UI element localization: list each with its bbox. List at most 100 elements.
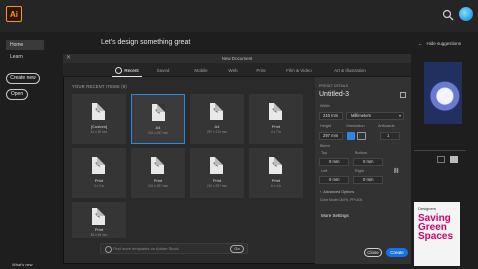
recent-item-tile[interactable]: ✎ Print 3 x 3 in	[72, 148, 126, 198]
document-icon: ✎	[151, 157, 164, 174]
tile-name: Print	[212, 178, 222, 183]
create-button[interactable]: Create	[386, 248, 408, 257]
thumbnail-headline: Saving Green Spaces	[418, 213, 454, 242]
bleed-left-field[interactable]: 0 mm	[319, 176, 349, 184]
bleed-top-field[interactable]: 0 mm	[319, 158, 349, 166]
bleed-right-label: Right	[355, 169, 364, 173]
chevron-right-icon: ›	[320, 190, 322, 194]
tile-size: 81 x 30 mm	[90, 130, 108, 134]
document-icon: ✎	[269, 103, 282, 120]
orientation-label: Orientation	[346, 124, 365, 128]
divider	[414, 150, 466, 151]
document-icon: ✎	[210, 103, 223, 120]
grid-view-icon[interactable]	[450, 156, 458, 163]
document-icon: ✎	[92, 157, 105, 174]
bleed-left-label: Left	[321, 169, 328, 173]
portrait-orientation-button[interactable]	[347, 132, 355, 140]
bleed-top-label: Top	[321, 151, 328, 155]
tab-web[interactable]: Web	[222, 64, 244, 77]
tile-size: 3 x 3 in	[93, 184, 105, 188]
tile-name: Print	[94, 178, 104, 183]
left-nav	[0, 32, 46, 269]
more-settings-button[interactable]: More Settings	[321, 213, 349, 218]
tile-size: 85 x 55 mm	[90, 233, 108, 237]
document-icon: ✎	[92, 103, 105, 120]
tile-name: A4	[214, 124, 220, 129]
document-icon: ✎	[152, 104, 165, 121]
link-icon[interactable]: ⛓	[393, 168, 399, 174]
artboards-field[interactable]: 1	[380, 132, 400, 140]
search-icon	[105, 246, 112, 253]
tile-name: Print	[271, 178, 281, 183]
units-select[interactable]: Millimeters	[346, 112, 404, 120]
recent-item-tile-selected[interactable]: ✎ A4 210 x 297 mm	[131, 94, 185, 144]
document-icon: ✎	[269, 157, 282, 174]
template-search-placeholder: Find more templates on Adobe Stock	[113, 246, 179, 251]
close-button[interactable]: Close	[364, 248, 382, 257]
tile-name: [Custom]	[90, 124, 107, 129]
illustrator-logo: Ai	[6, 6, 22, 22]
landscape-orientation-button[interactable]	[357, 132, 366, 140]
go-button[interactable]: Go	[230, 245, 244, 253]
color-mode-text: Color Mode:CMYK, PPI:300	[320, 198, 363, 202]
width-field[interactable]: 210 mm	[319, 112, 343, 120]
save-preset-icon[interactable]	[400, 92, 406, 98]
tile-size: 297 x 210 mm	[206, 130, 228, 134]
bleed-right-field[interactable]: 0 mm	[353, 176, 383, 184]
tile-name: A4	[155, 125, 161, 130]
recent-item-tile[interactable]: ✎ Print 85 x 55 mm	[72, 202, 126, 238]
recent-item-tile[interactable]: ✎ Print 6 x 4 in	[249, 148, 303, 198]
tab-saved[interactable]: Saved	[150, 64, 176, 77]
recent-item-tile[interactable]: ✎ Print 210 x 297 mm	[131, 148, 185, 198]
tile-name: Print	[153, 178, 163, 183]
dialog-title: New Document	[63, 54, 411, 63]
suggestion-thumbnail[interactable]	[424, 62, 462, 124]
search-icon[interactable]	[442, 9, 454, 21]
tile-size: 210 x 297 mm	[206, 184, 228, 188]
tab-print[interactable]: Print	[250, 64, 272, 77]
list-view-icon[interactable]	[437, 156, 445, 163]
avatar[interactable]	[459, 7, 473, 21]
width-label: Width	[320, 104, 330, 108]
tile-size: 210 x 297 mm	[147, 184, 169, 188]
artboards-label: Artboards	[378, 124, 395, 128]
close-icon[interactable]: ✕	[66, 55, 71, 62]
recent-item-tile[interactable]: ✎ Print 210 x 297 mm	[190, 148, 244, 198]
recent-items-heading: YOUR RECENT ITEMS (8)	[72, 84, 127, 89]
open-button[interactable]: Open	[6, 89, 28, 100]
recent-item-tile[interactable]: ✎ Print 4 x 7 in	[249, 94, 303, 144]
preset-section-label: PRESET DETAILS	[319, 84, 349, 88]
advanced-options-toggle[interactable]: › Advanced Options	[320, 190, 354, 194]
create-new-button[interactable]: Create new	[6, 73, 40, 84]
tile-size: 210 x 297 mm	[147, 131, 169, 135]
advanced-options-label: Advanced Options	[323, 190, 355, 194]
tab-art-illustration[interactable]: Art & Illustration	[326, 64, 374, 77]
recent-item-tile[interactable]: ✎ A4 297 x 210 mm	[190, 94, 244, 144]
template-search-input[interactable]: Find more templates on Adobe Stock	[100, 243, 248, 254]
document-name-field[interactable]: Untitled-3	[319, 91, 349, 98]
clock-icon	[115, 67, 123, 75]
tab-label: Recent	[124, 68, 139, 73]
bottom-strip	[63, 264, 411, 269]
bleed-bottom-label: Bottom	[355, 151, 368, 155]
hide-suggestions-link[interactable]: Hide suggestions	[418, 41, 462, 46]
bleed-bottom-field[interactable]: 0 mm	[353, 158, 383, 166]
units-value: Millimeters	[351, 113, 372, 118]
height-label: Height	[320, 124, 331, 128]
tile-name: Print	[94, 227, 104, 232]
bleed-label: Bleed	[320, 144, 330, 148]
recent-item-tile[interactable]: ✎ [Custom] 81 x 30 mm	[72, 94, 126, 144]
nav-item-learn[interactable]: Learn	[6, 52, 44, 62]
nav-item-home[interactable]: Home	[6, 40, 44, 50]
top-bar	[0, 0, 478, 32]
tile-size: 4 x 7 in	[270, 130, 282, 134]
whats-new-link[interactable]: What's new	[12, 262, 33, 267]
thumbnail-caption: Designers	[418, 206, 437, 211]
height-field[interactable]: 297 mm	[319, 132, 343, 140]
tile-size: 6 x 4 in	[270, 184, 282, 188]
tab-recent[interactable]: Recent	[112, 64, 142, 77]
tab-mobile[interactable]: Mobile	[188, 64, 214, 77]
tab-film-video[interactable]: Film & Video	[281, 64, 317, 77]
recent-file-thumbnail[interactable]: Designers Saving Green Spaces	[414, 202, 460, 266]
document-icon: ✎	[210, 157, 223, 174]
